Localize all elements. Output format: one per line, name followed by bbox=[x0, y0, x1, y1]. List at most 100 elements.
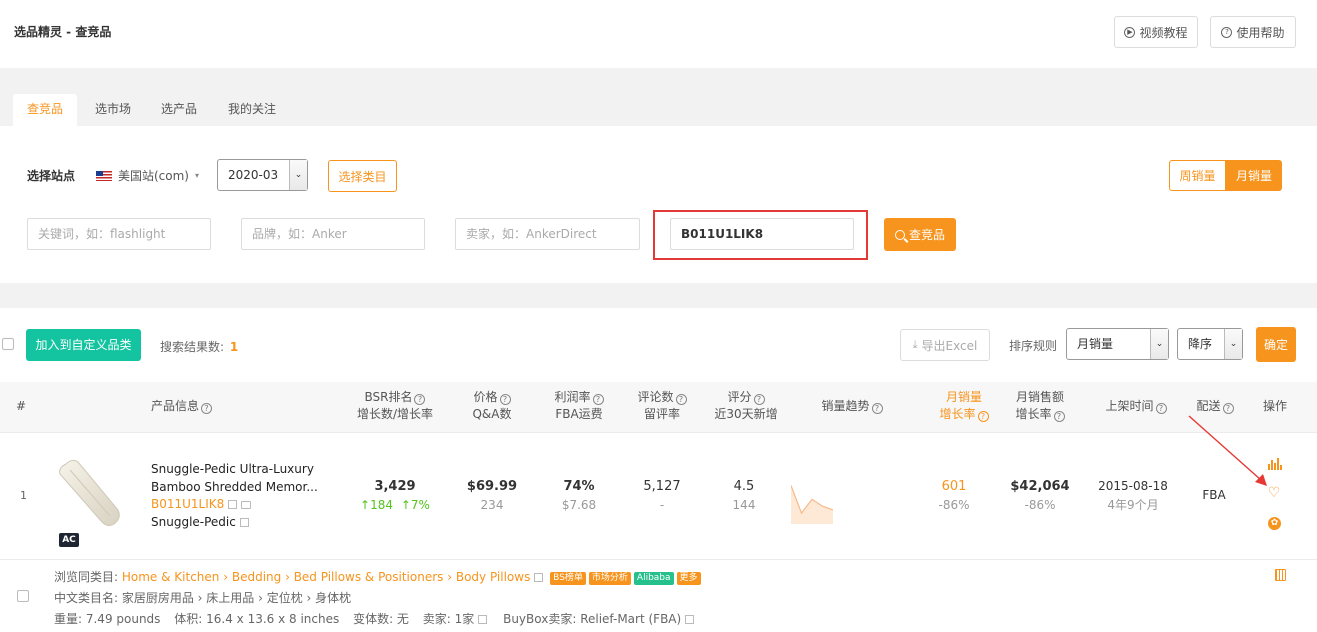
help-icon[interactable]: ? bbox=[414, 394, 426, 405]
monthly-sales-toggle[interactable]: 月销量 bbox=[1226, 160, 1282, 191]
product-brand[interactable]: Snuggle-Pedic bbox=[151, 514, 318, 532]
category-breadcrumb: Home & Kitchen › Bedding › Bed Pillows &… bbox=[122, 570, 530, 584]
profit-cell: 74% $7.68 bbox=[561, 479, 597, 512]
play-icon: ▶ bbox=[1124, 26, 1136, 38]
tab-product[interactable]: 选产品 bbox=[147, 94, 211, 126]
help-icon[interactable]: ? bbox=[499, 394, 511, 405]
sales-trend-sparkline[interactable] bbox=[791, 472, 833, 524]
chevron-down-icon: ⌄ bbox=[289, 160, 307, 190]
external-link-icon[interactable] bbox=[534, 573, 544, 582]
monthly-sales-cell: 601 -86% bbox=[938, 479, 970, 512]
site-label: 选择站点 bbox=[27, 169, 76, 183]
page-title: 选品精灵 - 查竞品 bbox=[14, 25, 112, 39]
sort-order-select[interactable]: 降序 ⌄ bbox=[1177, 328, 1243, 360]
help-icon[interactable]: ? bbox=[675, 394, 687, 405]
product-image[interactable] bbox=[52, 454, 126, 530]
video-tutorial-button[interactable]: ▶ 视频教程 bbox=[1114, 16, 1198, 48]
col-listed: 上架时间? bbox=[1096, 398, 1176, 415]
breadcrumb-link[interactable]: Home & Kitchen bbox=[122, 570, 220, 584]
help-button[interactable]: ? 使用帮助 bbox=[1210, 16, 1296, 48]
seller-input[interactable]: 卖家，如：AnkerDirect bbox=[455, 218, 640, 250]
row-index: 1 bbox=[20, 489, 27, 502]
help-icon[interactable]: ? bbox=[201, 403, 213, 414]
col-reviews: 评论数? 留评率 bbox=[628, 389, 696, 423]
category-tag[interactable]: Alibaba bbox=[633, 572, 674, 585]
help-icon[interactable]: ? bbox=[871, 403, 883, 414]
add-custom-category-button[interactable]: 加入到自定义品类 bbox=[26, 329, 141, 361]
product-title[interactable]: Snuggle-Pedic Ultra-Luxury Bamboo Shredd… bbox=[151, 461, 318, 496]
search-icon bbox=[894, 229, 909, 243]
listed-cell: 2015-08-18 4年9个月 bbox=[1098, 479, 1168, 512]
weekly-sales-toggle[interactable]: 周销量 bbox=[1169, 160, 1226, 191]
question-icon: ? bbox=[1221, 26, 1233, 38]
external-link-icon[interactable] bbox=[685, 615, 695, 624]
tab-competitor[interactable]: 查竞品 bbox=[13, 94, 78, 126]
site-selector[interactable]: 美国站(com) ▾ bbox=[96, 167, 199, 184]
sort-field-select[interactable]: 月销量 ⌄ bbox=[1066, 328, 1169, 360]
breadcrumb-link[interactable]: Bed Pillows & Positioners bbox=[294, 570, 444, 584]
col-monthly-sales[interactable]: 月销量 增长率? bbox=[928, 389, 1000, 423]
col-trend: 销量趋势? bbox=[812, 398, 892, 415]
sparkline-area bbox=[791, 485, 833, 524]
brand-input[interactable]: 品牌，如：Anker bbox=[241, 218, 425, 250]
col-bsr: BSR排名? 增长数/增长率 bbox=[356, 390, 434, 421]
col-product: 产品信息? bbox=[151, 398, 213, 415]
category-tags: BS榜单 市场分析 Alibaba 更多 bbox=[547, 570, 701, 585]
download-icon: ⤓ bbox=[912, 338, 918, 351]
col-price: 价格? Q&A数 bbox=[472, 390, 512, 421]
select-all-checkbox[interactable] bbox=[2, 338, 14, 350]
col-revenue: 月销售额 增长率? bbox=[1015, 390, 1065, 422]
share-icon[interactable]: ✿ bbox=[1268, 517, 1281, 530]
category-tag[interactable]: 市场分析 bbox=[588, 572, 631, 585]
chevron-down-icon: ⌄ bbox=[1224, 329, 1242, 359]
sort-label: 排序规则 bbox=[1009, 339, 1058, 353]
chevron-down-icon: ▾ bbox=[195, 171, 200, 180]
bsr-cell: 3,429 ↑184 ↑7% bbox=[360, 479, 430, 512]
export-excel-button[interactable]: ⤓ 导出Excel bbox=[900, 329, 990, 361]
rating-cell: 4.5 144 bbox=[732, 479, 756, 512]
us-flag-icon bbox=[96, 170, 112, 181]
help-icon[interactable]: ? bbox=[592, 394, 604, 405]
col-profit: 利润率? FBA运费 bbox=[554, 390, 604, 421]
external-link-icon[interactable] bbox=[239, 517, 249, 527]
asin-input[interactable]: B011U1LIK8 bbox=[670, 218, 854, 250]
section-divider bbox=[0, 283, 1317, 308]
keyword-input[interactable]: 关键词，如：flashlight bbox=[27, 218, 211, 250]
help-icon[interactable]: ? bbox=[753, 394, 765, 405]
reviews-cell: 5,127 - bbox=[643, 479, 681, 512]
product-asin[interactable]: B011U1LIK8 bbox=[151, 496, 318, 514]
breadcrumb-link[interactable]: Body Pillows bbox=[456, 570, 531, 584]
breadcrumb-separator: › bbox=[443, 570, 456, 584]
breadcrumb-separator: › bbox=[219, 570, 232, 584]
tab-market[interactable]: 选市场 bbox=[81, 94, 145, 126]
calculator-icon[interactable] bbox=[1275, 569, 1286, 581]
row-checkbox[interactable] bbox=[17, 590, 29, 602]
col-index: # bbox=[15, 399, 27, 413]
external-link-icon[interactable] bbox=[228, 500, 238, 509]
help-icon[interactable]: ? bbox=[977, 411, 989, 422]
tab-following[interactable]: 我的关注 bbox=[214, 94, 290, 126]
ac-badge: AC bbox=[59, 533, 79, 547]
help-icon[interactable]: ? bbox=[1155, 403, 1167, 414]
select-category-button[interactable]: 选择类目 bbox=[328, 160, 397, 192]
product-info: Snuggle-Pedic Ultra-Luxury Bamboo Shredd… bbox=[151, 461, 318, 531]
result-count: 搜索结果数: 1 bbox=[160, 340, 239, 354]
copy-icon[interactable] bbox=[241, 501, 252, 509]
confirm-sort-button[interactable]: 确定 bbox=[1256, 327, 1296, 362]
breadcrumb-separator: › bbox=[281, 570, 294, 584]
pillow-image bbox=[59, 459, 120, 527]
annotation-arrow bbox=[1188, 415, 1267, 486]
price-cell: $69.99 234 bbox=[466, 479, 518, 512]
month-select[interactable]: 2020-03 ⌄ bbox=[217, 159, 308, 191]
cn-category-line: 中文类目名: 家居厨房用品 › 床上用品 › 定位枕 › 身体枕 bbox=[54, 591, 352, 605]
breadcrumb-link[interactable]: Bedding bbox=[232, 570, 281, 584]
help-icon[interactable]: ? bbox=[1053, 411, 1065, 422]
revenue-cell: $42,064 -86% bbox=[1010, 479, 1070, 512]
specs-line: 重量: 7.49 pounds 体积: 16.4 x 13.6 x 8 inch… bbox=[54, 610, 695, 627]
col-rating: 评分? 近30天新增 bbox=[714, 390, 778, 421]
category-tag[interactable]: 更多 bbox=[676, 572, 701, 585]
browse-category-line: 浏览同类目: Home & Kitchen › Bedding › Bed Pi… bbox=[54, 568, 701, 585]
external-link-icon[interactable] bbox=[478, 615, 488, 624]
search-competitor-button[interactable]: 查竞品 bbox=[884, 218, 956, 251]
category-tag[interactable]: BS榜单 bbox=[550, 572, 586, 585]
